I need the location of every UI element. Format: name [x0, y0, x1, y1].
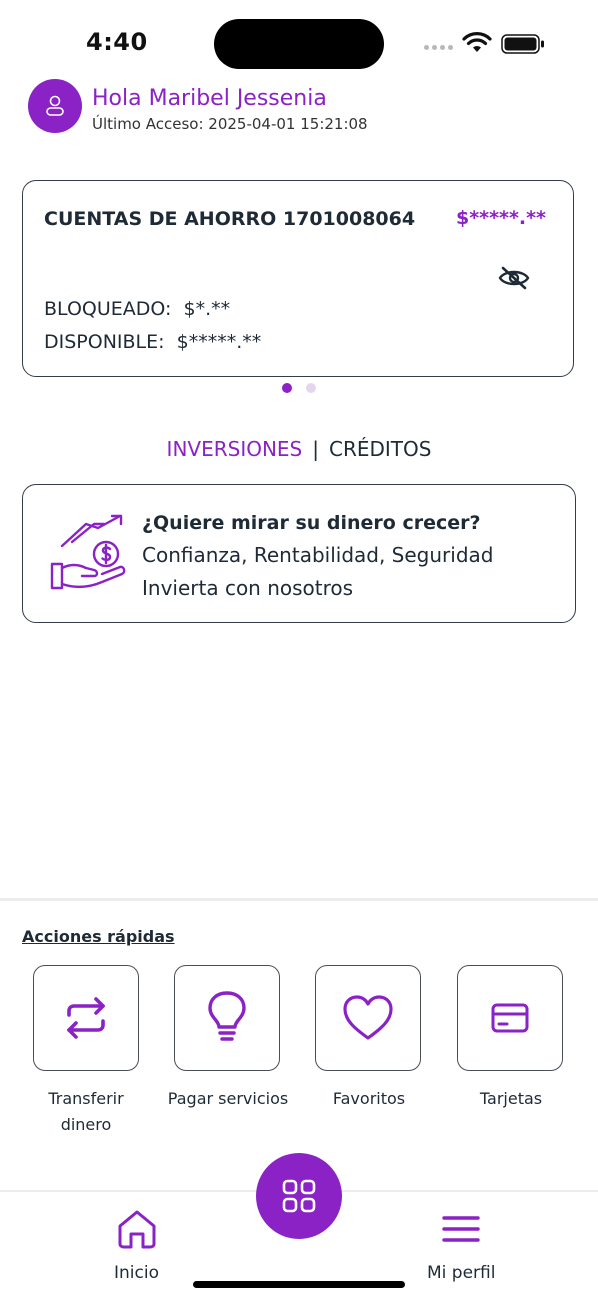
pay-services-button[interactable]	[174, 965, 280, 1071]
available-row: DISPONIBLE: $*****.**	[44, 331, 261, 353]
greeting: Hola Maribel Jessenia	[92, 86, 327, 111]
cards-button[interactable]	[457, 965, 563, 1071]
promo-line2: Invierta con nosotros	[142, 576, 354, 600]
quick-actions-divider	[0, 898, 598, 901]
promo-line1: Confianza, Rentabilidad, Seguridad	[142, 543, 494, 567]
pay-services-label: Pagar servicios	[167, 1089, 289, 1108]
battery-icon	[501, 34, 544, 54]
avatar[interactable]	[28, 79, 82, 133]
favorites-label: Favoritos	[332, 1089, 406, 1108]
tab-credits[interactable]: CRÉDITOS	[329, 437, 431, 461]
favorites-button[interactable]	[315, 965, 421, 1071]
account-balance: $*****.**	[456, 207, 546, 229]
product-tabs: INVERSIONES | CRÉDITOS	[0, 437, 598, 461]
promo-question: ¿Quiere mirar su dinero crecer?	[142, 512, 481, 534]
account-title: CUENTAS DE AHORRO 1701008064	[44, 208, 416, 230]
transfer-label: Transferir dinero	[48, 1089, 124, 1134]
transfer-button[interactable]	[33, 965, 139, 1071]
available-value: $*****.**	[176, 331, 262, 353]
tab-investments[interactable]: INVERSIONES	[167, 437, 303, 461]
available-label: DISPONIBLE:	[44, 331, 165, 353]
menu-fab-button[interactable]	[256, 1153, 342, 1239]
user-icon	[46, 95, 64, 116]
blocked-value: $*.**	[183, 298, 231, 320]
lightbulb-icon	[208, 991, 246, 1041]
wifi-icon	[462, 32, 492, 52]
eye-off-icon[interactable]	[497, 264, 531, 292]
home-icon[interactable]	[116, 1208, 158, 1250]
money-growth-icon	[50, 514, 126, 590]
nav-home-label[interactable]: Inicio	[114, 1263, 159, 1283]
transfer-icon	[67, 997, 105, 1039]
status-time: 4:40	[86, 28, 148, 56]
cards-label: Tarjetas	[479, 1089, 543, 1108]
heart-icon	[343, 995, 393, 1040]
menu-icon[interactable]	[442, 1214, 480, 1244]
blocked-label: BLOQUEADO:	[44, 298, 172, 320]
quick-actions-title: Acciones rápidas	[22, 927, 175, 946]
home-indicator	[193, 1281, 405, 1288]
card-icon	[491, 1003, 529, 1033]
carousel-dot[interactable]	[306, 383, 316, 393]
tab-separator: |	[312, 437, 319, 461]
signal-icon	[424, 45, 453, 50]
dynamic-island	[214, 19, 384, 69]
last-access: Último Acceso: 2025-04-01 15:21:08	[92, 115, 368, 133]
carousel-dot-active[interactable]	[282, 383, 292, 393]
nav-profile-label[interactable]: Mi perfil	[427, 1263, 495, 1283]
blocked-row: BLOQUEADO: $*.**	[44, 298, 230, 320]
grid-icon	[282, 1179, 316, 1213]
